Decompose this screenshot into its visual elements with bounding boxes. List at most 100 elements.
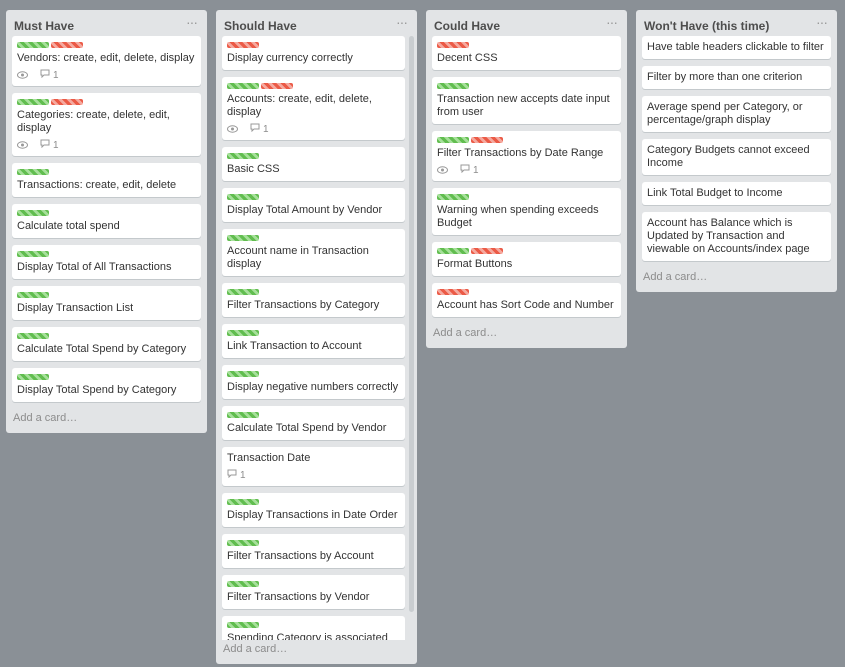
card[interactable]: Link Transaction to Account — [222, 324, 405, 358]
card[interactable]: Account name in Transaction display — [222, 229, 405, 276]
card-title: Decent CSS — [437, 52, 498, 64]
red-label — [471, 248, 503, 254]
card[interactable]: Transaction Date 1 — [222, 447, 405, 486]
card-title: Basic CSS — [227, 163, 280, 175]
list-title[interactable]: Must Have — [14, 19, 74, 33]
comment-badge: 1 — [40, 139, 59, 152]
card-title: Link Transaction to Account — [227, 340, 362, 352]
card-title: Filter by more than one criterion — [647, 71, 803, 83]
card[interactable]: Transactions: create, edit, delete — [12, 163, 201, 197]
card-labels — [17, 98, 196, 106]
card[interactable]: Calculate Total Spend by Vendor — [222, 406, 405, 440]
add-card-link[interactable]: Add a card… — [426, 324, 627, 348]
more-icon[interactable]: ··· — [606, 14, 618, 30]
comment-count: 1 — [53, 69, 59, 81]
green-label — [17, 374, 49, 380]
add-card-link[interactable]: Add a card… — [216, 640, 417, 664]
card-title: Display Total Spend by Category — [17, 384, 177, 396]
card-labels — [227, 621, 400, 629]
card[interactable]: Format Buttons — [432, 242, 621, 276]
card-labels — [437, 247, 616, 255]
card-labels — [437, 288, 616, 296]
card[interactable]: Filter Transactions by Vendor — [222, 575, 405, 609]
green-label — [227, 235, 259, 241]
card[interactable]: Transaction new accepts date input from … — [432, 77, 621, 124]
red-label — [471, 137, 503, 143]
more-icon[interactable]: ··· — [816, 14, 828, 30]
card-labels — [17, 332, 196, 340]
card[interactable]: Calculate Total Spend by Category — [12, 327, 201, 361]
card-title: Filter Transactions by Account — [227, 550, 374, 562]
card[interactable]: Display negative numbers correctly — [222, 365, 405, 399]
card[interactable]: Filter by more than one criterion — [642, 66, 831, 89]
list-title[interactable]: Could Have — [434, 19, 500, 33]
card-title: Accounts: create, edit, delete, display — [227, 93, 372, 118]
card[interactable]: Vendors: create, edit, delete, display 1 — [12, 36, 201, 86]
card-badges: 1 — [17, 139, 196, 151]
card[interactable]: Category Budgets cannot exceed Income — [642, 139, 831, 175]
card[interactable]: Display Transactions in Date Order — [222, 493, 405, 527]
card-badges: 1 — [17, 69, 196, 81]
list-header: Must Have ··· — [6, 10, 207, 36]
scrollbar[interactable] — [409, 36, 414, 612]
card[interactable]: Spending Category is associated — [222, 616, 405, 640]
card[interactable]: Display Total Spend by Category — [12, 368, 201, 402]
list-header: Won't Have (this time) ··· — [636, 10, 837, 36]
card-labels — [227, 82, 400, 90]
card-title: Account has Sort Code and Number — [437, 299, 614, 311]
list-title[interactable]: Should Have — [224, 19, 297, 33]
card-title: Format Buttons — [437, 258, 513, 270]
comment-icon — [40, 139, 50, 152]
list-title[interactable]: Won't Have (this time) — [644, 19, 769, 33]
card-labels — [17, 209, 196, 217]
card[interactable]: Categories: create, delete, edit, displa… — [12, 93, 201, 156]
eye-icon — [17, 141, 28, 149]
card-labels — [227, 411, 400, 419]
comment-icon — [40, 69, 50, 82]
card-title: Vendors: create, edit, delete, display — [17, 52, 195, 64]
card-title: Display Total Amount by Vendor — [227, 204, 383, 216]
list-header: Should Have ··· — [216, 10, 417, 36]
card[interactable]: Warning when spending exceeds Budget — [432, 188, 621, 235]
card-title: Display Transaction List — [17, 302, 134, 314]
card[interactable]: Display Total Amount by Vendor — [222, 188, 405, 222]
card-title: Filter Transactions by Vendor — [227, 591, 370, 603]
add-card-link[interactable]: Add a card… — [636, 268, 837, 292]
more-icon[interactable]: ··· — [186, 14, 198, 30]
card[interactable]: Display currency correctly — [222, 36, 405, 70]
green-label — [227, 581, 259, 587]
comment-badge: 1 — [460, 164, 479, 177]
card[interactable]: Calculate total spend — [12, 204, 201, 238]
card[interactable]: Decent CSS — [432, 36, 621, 70]
card[interactable]: Accounts: create, edit, delete, display 1 — [222, 77, 405, 140]
green-label — [227, 330, 259, 336]
list-3: Won't Have (this time) ··· Have table head… — [636, 10, 837, 292]
green-label — [437, 137, 469, 143]
card[interactable]: Account has Sort Code and Number — [432, 283, 621, 317]
card-badges: 1 — [437, 164, 616, 176]
card[interactable]: Filter Transactions by Date Range 1 — [432, 131, 621, 181]
card[interactable]: Account has Balance which is Updated by … — [642, 212, 831, 261]
red-label — [51, 99, 83, 105]
card-title: Transaction Date — [227, 452, 311, 464]
card[interactable]: Display Transaction List — [12, 286, 201, 320]
card-title: Transaction new accepts date input from … — [437, 93, 610, 118]
card-list: Have table headers clickable to filter Fi… — [636, 36, 837, 261]
card[interactable]: Have table headers clickable to filter — [642, 36, 831, 59]
card[interactable]: Link Total Budget to Income — [642, 182, 831, 205]
card-title: Filter Transactions by Category — [227, 299, 380, 311]
card-title: Display negative numbers correctly — [227, 381, 399, 393]
card[interactable]: Display Total of All Transactions — [12, 245, 201, 279]
card[interactable]: Average spend per Category, or percentag… — [642, 96, 831, 132]
list-2: Could Have ··· Decent CSS Transaction new a… — [426, 10, 627, 348]
card-title: Calculate Total Spend by Vendor — [227, 422, 387, 434]
card[interactable]: Filter Transactions by Account — [222, 534, 405, 568]
card[interactable]: Basic CSS — [222, 147, 405, 181]
more-icon[interactable]: ··· — [396, 14, 408, 30]
card[interactable]: Filter Transactions by Category — [222, 283, 405, 317]
card-labels — [437, 193, 616, 201]
add-card-link[interactable]: Add a card… — [6, 409, 207, 433]
comment-badge: 1 — [40, 69, 59, 82]
eye-icon — [437, 166, 448, 174]
card-list: Vendors: create, edit, delete, display 1 C… — [6, 36, 207, 402]
